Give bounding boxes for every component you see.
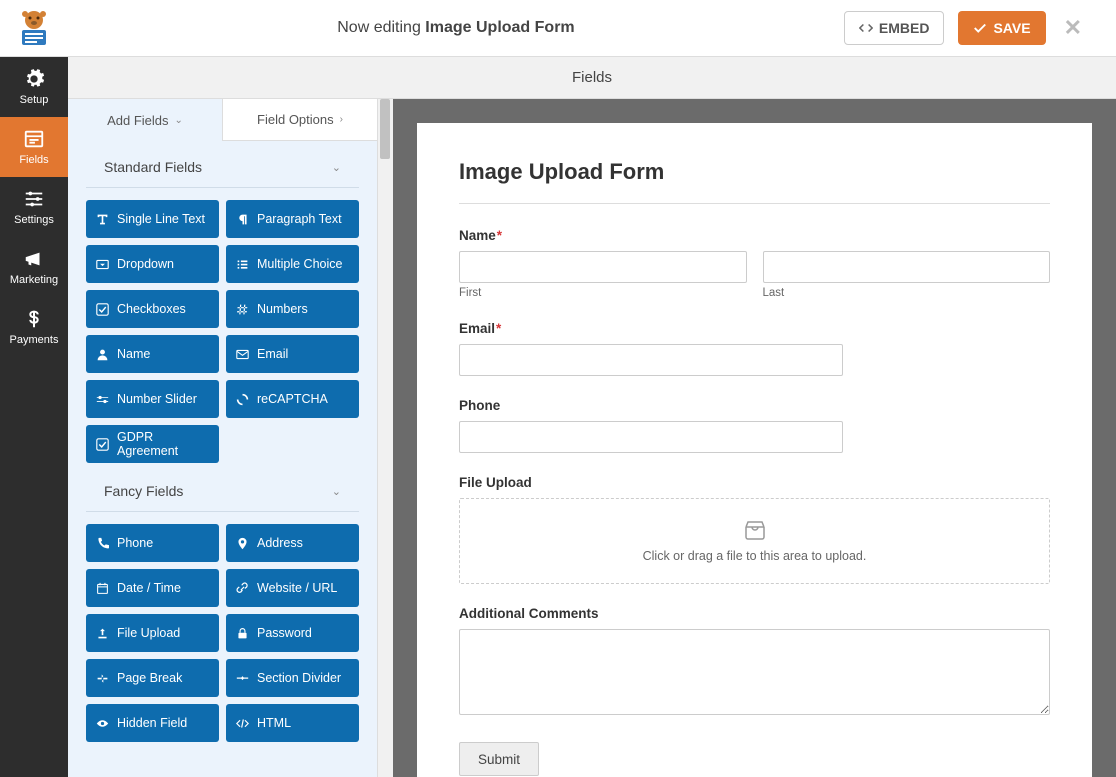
- close-button[interactable]: ✕: [1060, 15, 1086, 41]
- field-type-phone[interactable]: Phone: [86, 524, 219, 562]
- code-icon: [236, 717, 249, 730]
- form-title: Image Upload Form: [459, 159, 1050, 204]
- sublabel-first: First: [459, 287, 747, 299]
- label-file-upload: File Upload: [459, 475, 1050, 490]
- form-icon: [23, 128, 45, 150]
- text-icon: [96, 213, 109, 226]
- field-type-address[interactable]: Address: [226, 524, 359, 562]
- nav-settings[interactable]: Settings: [0, 177, 68, 237]
- form-preview: Image Upload Form Name* First Last: [393, 99, 1116, 777]
- field-type-name[interactable]: Name: [86, 335, 219, 373]
- chevron-down-icon: ⌄: [332, 485, 341, 498]
- list-icon: [236, 258, 249, 271]
- chevron-down-icon: ⌄: [332, 161, 341, 174]
- para-icon: [236, 213, 249, 226]
- check-icon: [973, 21, 987, 35]
- eye-icon: [96, 717, 109, 730]
- mail-icon: [236, 348, 249, 361]
- top-bar: Now editing Image Upload Form EMBED SAVE…: [0, 0, 1116, 57]
- field-type-checkboxes[interactable]: Checkboxes: [86, 290, 219, 328]
- check-icon: [96, 303, 109, 316]
- label-comments: Additional Comments: [459, 606, 1050, 621]
- code-icon: [859, 21, 873, 35]
- label-phone: Phone: [459, 398, 1050, 413]
- nav-fields[interactable]: Fields: [0, 117, 68, 177]
- dollar-icon: [23, 308, 45, 330]
- save-button[interactable]: SAVE: [958, 11, 1045, 45]
- nav-marketing[interactable]: Marketing: [0, 237, 68, 297]
- field-type-html[interactable]: HTML: [226, 704, 359, 742]
- field-type-date-time[interactable]: Date / Time: [86, 569, 219, 607]
- app-logo: [0, 0, 68, 57]
- left-nav: Setup Fields Settings Marketing Payments: [0, 57, 68, 777]
- scrollbar[interactable]: [377, 99, 393, 777]
- field-type-section-divider[interactable]: Section Divider: [226, 659, 359, 697]
- upload-tray-icon: [743, 519, 767, 541]
- field-type-multiple-choice[interactable]: Multiple Choice: [226, 245, 359, 283]
- user-icon: [96, 348, 109, 361]
- field-type-gdpr-agreement[interactable]: GDPR Agreement: [86, 425, 219, 463]
- break-icon: [96, 672, 109, 685]
- field-type-file-upload[interactable]: File Upload: [86, 614, 219, 652]
- chevron-down-icon: ⌄: [175, 115, 183, 126]
- hash-icon: [236, 303, 249, 316]
- field-type-email[interactable]: Email: [226, 335, 359, 373]
- slider-icon: [96, 393, 109, 406]
- nav-setup[interactable]: Setup: [0, 57, 68, 117]
- field-type-dropdown[interactable]: Dropdown: [86, 245, 219, 283]
- cal-icon: [96, 582, 109, 595]
- embed-button[interactable]: EMBED: [844, 11, 945, 45]
- file-upload-dropzone[interactable]: Click or drag a file to this area to upl…: [459, 498, 1050, 584]
- check-icon: [96, 438, 109, 451]
- label-email: Email*: [459, 321, 1050, 336]
- field-type-website-url[interactable]: Website / URL: [226, 569, 359, 607]
- field-type-paragraph-text[interactable]: Paragraph Text: [226, 200, 359, 238]
- field-type-password[interactable]: Password: [226, 614, 359, 652]
- field-panel: Add Fields⌄ Field Options› Standard Fiel…: [68, 99, 377, 777]
- label-name: Name*: [459, 228, 1050, 243]
- section-fancy-fields[interactable]: Fancy Fields⌄: [86, 469, 359, 512]
- tab-add-fields[interactable]: Add Fields⌄: [68, 99, 222, 141]
- field-type-numbers[interactable]: Numbers: [226, 290, 359, 328]
- field-type-number-slider[interactable]: Number Slider: [86, 380, 219, 418]
- chevron-right-icon: ›: [340, 114, 343, 125]
- field-type-page-break[interactable]: Page Break: [86, 659, 219, 697]
- fields-header: Fields: [68, 57, 1116, 99]
- phone-icon: [96, 537, 109, 550]
- lock-icon: [236, 627, 249, 640]
- input-first-name[interactable]: [459, 251, 747, 283]
- upload-icon: [96, 627, 109, 640]
- caret-icon: [96, 258, 109, 271]
- input-phone[interactable]: [459, 421, 843, 453]
- tab-field-options[interactable]: Field Options›: [222, 99, 377, 141]
- input-last-name[interactable]: [763, 251, 1051, 283]
- editing-label: Now editing Image Upload Form: [68, 19, 844, 37]
- field-type-hidden-field[interactable]: Hidden Field: [86, 704, 219, 742]
- nav-payments[interactable]: Payments: [0, 297, 68, 357]
- sublabel-last: Last: [763, 287, 1051, 299]
- link-icon: [236, 582, 249, 595]
- input-email[interactable]: [459, 344, 843, 376]
- gear-icon: [23, 68, 45, 90]
- recap-icon: [236, 393, 249, 406]
- pin-icon: [236, 537, 249, 550]
- field-type-recaptcha[interactable]: reCAPTCHA: [226, 380, 359, 418]
- section-standard-fields[interactable]: Standard Fields⌄: [86, 141, 359, 188]
- sliders-icon: [23, 188, 45, 210]
- bullhorn-icon: [23, 248, 45, 270]
- submit-button[interactable]: Submit: [459, 742, 539, 776]
- divider-icon: [236, 672, 249, 685]
- field-type-single-line-text[interactable]: Single Line Text: [86, 200, 219, 238]
- input-comments[interactable]: [459, 629, 1050, 715]
